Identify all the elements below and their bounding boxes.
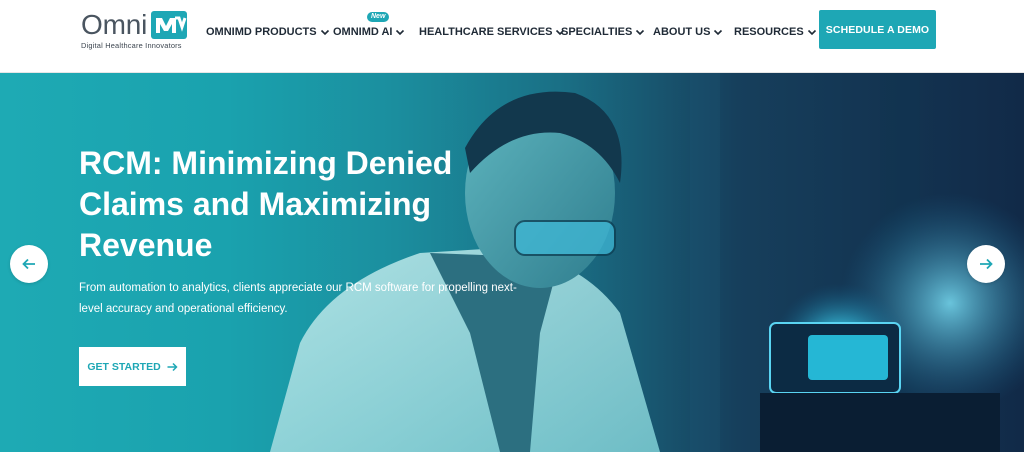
nav-item-omnimd-ai[interactable]: OMNIMD AI xyxy=(333,22,405,42)
get-started-label: GET STARTED xyxy=(87,360,161,373)
hero-title: RCM: Minimizing Denied Claims and Maximi… xyxy=(79,143,499,266)
new-badge: New xyxy=(367,12,390,22)
hero-slider: RCM: Minimizing Denied Claims and Maximi… xyxy=(0,73,1024,452)
hero-title-line: RCM: Minimizing Denied xyxy=(79,145,453,181)
site-header: Omni Digital Healthcare Innovators OMNIM… xyxy=(0,0,1024,73)
nav-item-label: HEALTHCARE SERVICES xyxy=(419,26,553,38)
hero-description-line: level accuracy and operational efficienc… xyxy=(79,303,288,315)
nav-item-label: ABOUT US xyxy=(653,26,711,38)
nav-item-label: SPECIALTIES xyxy=(561,26,633,38)
chevron-down-icon xyxy=(807,29,816,36)
logo-md-mark-icon xyxy=(151,11,187,39)
chevron-down-icon xyxy=(714,29,723,36)
nav-item-label: OMNIMD AI xyxy=(333,26,393,38)
chevron-down-icon xyxy=(320,29,329,36)
slider-prev-button[interactable] xyxy=(10,245,48,283)
nav-item-resources[interactable]: RESOURCES xyxy=(734,22,817,42)
nav-item-label: OMNIMD PRODUCTS xyxy=(206,26,317,38)
slider-next-button[interactable] xyxy=(967,245,1005,283)
schedule-demo-button[interactable]: SCHEDULE A DEMO xyxy=(819,10,936,49)
get-started-button[interactable]: GET STARTED xyxy=(79,347,186,386)
logo-wordmark: Omni xyxy=(81,9,148,40)
omnimd-logo[interactable]: Omni Digital Healthcare Innovators xyxy=(81,10,191,52)
arrow-right-icon xyxy=(980,258,993,270)
chevron-down-icon xyxy=(396,29,405,36)
arrow-left-icon xyxy=(22,258,35,270)
nav-item-label: RESOURCES xyxy=(734,26,804,38)
chevron-down-icon xyxy=(636,29,645,36)
nav-item-specialties[interactable]: SPECIALTIES xyxy=(561,22,645,42)
arrow-right-icon xyxy=(167,362,178,371)
nav-item-about-us[interactable]: ABOUT US xyxy=(653,22,723,42)
logo-tagline: Digital Healthcare Innovators xyxy=(81,41,182,50)
hero-description: From automation to analytics, clients ap… xyxy=(79,278,519,320)
hero-description-line: From automation to analytics, clients ap… xyxy=(79,282,517,294)
nav-item-healthcare-services[interactable]: HEALTHCARE SERVICES xyxy=(419,22,565,42)
hero-title-line: Revenue xyxy=(79,227,213,263)
nav-item-omnimd-products[interactable]: OMNIMD PRODUCTS xyxy=(206,22,330,42)
hero-title-line: Claims and Maximizing xyxy=(79,186,432,222)
